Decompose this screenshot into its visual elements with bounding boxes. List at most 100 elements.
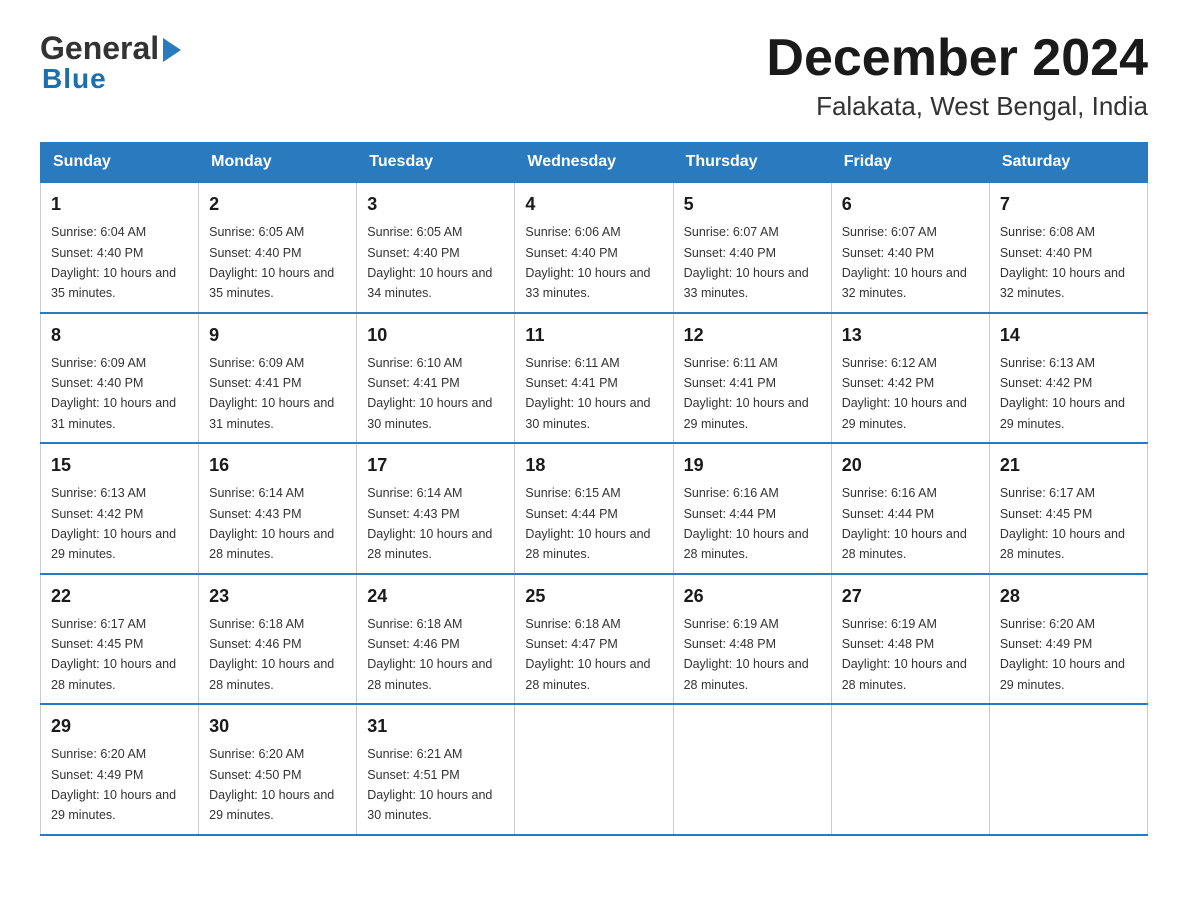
day-number: 18 [525,452,662,479]
day-number: 7 [1000,191,1137,218]
day-number: 6 [842,191,979,218]
day-info: Sunrise: 6:06 AMSunset: 4:40 PMDaylight:… [525,225,650,300]
day-info: Sunrise: 6:05 AMSunset: 4:40 PMDaylight:… [209,225,334,300]
calendar-day-cell [673,704,831,835]
col-thursday: Thursday [673,143,831,183]
calendar-day-cell: 28 Sunrise: 6:20 AMSunset: 4:49 PMDaylig… [989,574,1147,705]
day-number: 9 [209,322,346,349]
calendar-week-5: 29 Sunrise: 6:20 AMSunset: 4:49 PMDaylig… [41,704,1148,835]
calendar-day-cell: 17 Sunrise: 6:14 AMSunset: 4:43 PMDaylig… [357,443,515,574]
day-info: Sunrise: 6:17 AMSunset: 4:45 PMDaylight:… [1000,486,1125,561]
day-info: Sunrise: 6:11 AMSunset: 4:41 PMDaylight:… [525,356,650,431]
col-tuesday: Tuesday [357,143,515,183]
day-info: Sunrise: 6:09 AMSunset: 4:40 PMDaylight:… [51,356,176,431]
logo-blue-text: Blue [40,63,183,95]
day-info: Sunrise: 6:10 AMSunset: 4:41 PMDaylight:… [367,356,492,431]
calendar-day-cell: 16 Sunrise: 6:14 AMSunset: 4:43 PMDaylig… [199,443,357,574]
calendar-day-cell: 18 Sunrise: 6:15 AMSunset: 4:44 PMDaylig… [515,443,673,574]
day-number: 21 [1000,452,1137,479]
calendar-day-cell: 6 Sunrise: 6:07 AMSunset: 4:40 PMDayligh… [831,182,989,313]
day-number: 20 [842,452,979,479]
day-number: 28 [1000,583,1137,610]
calendar-day-cell: 24 Sunrise: 6:18 AMSunset: 4:46 PMDaylig… [357,574,515,705]
day-number: 29 [51,713,188,740]
calendar-table: Sunday Monday Tuesday Wednesday Thursday… [40,142,1148,836]
title-area: December 2024 Falakata, West Bengal, Ind… [766,30,1148,122]
calendar-day-cell: 21 Sunrise: 6:17 AMSunset: 4:45 PMDaylig… [989,443,1147,574]
day-number: 23 [209,583,346,610]
calendar-day-cell: 3 Sunrise: 6:05 AMSunset: 4:40 PMDayligh… [357,182,515,313]
day-number: 27 [842,583,979,610]
day-info: Sunrise: 6:18 AMSunset: 4:47 PMDaylight:… [525,617,650,692]
calendar-day-cell: 25 Sunrise: 6:18 AMSunset: 4:47 PMDaylig… [515,574,673,705]
logo-triangle-icon [161,34,183,66]
day-number: 17 [367,452,504,479]
day-number: 12 [684,322,821,349]
calendar-day-cell [515,704,673,835]
day-number: 26 [684,583,821,610]
col-friday: Friday [831,143,989,183]
calendar-day-cell: 23 Sunrise: 6:18 AMSunset: 4:46 PMDaylig… [199,574,357,705]
day-info: Sunrise: 6:18 AMSunset: 4:46 PMDaylight:… [367,617,492,692]
day-info: Sunrise: 6:15 AMSunset: 4:44 PMDaylight:… [525,486,650,561]
day-info: Sunrise: 6:08 AMSunset: 4:40 PMDaylight:… [1000,225,1125,300]
day-number: 25 [525,583,662,610]
day-number: 5 [684,191,821,218]
location-subtitle: Falakata, West Bengal, India [766,91,1148,122]
calendar-day-cell [989,704,1147,835]
day-info: Sunrise: 6:20 AMSunset: 4:49 PMDaylight:… [51,747,176,822]
calendar-day-cell: 12 Sunrise: 6:11 AMSunset: 4:41 PMDaylig… [673,313,831,444]
calendar-day-cell: 20 Sunrise: 6:16 AMSunset: 4:44 PMDaylig… [831,443,989,574]
calendar-day-cell: 22 Sunrise: 6:17 AMSunset: 4:45 PMDaylig… [41,574,199,705]
calendar-week-2: 8 Sunrise: 6:09 AMSunset: 4:40 PMDayligh… [41,313,1148,444]
day-number: 24 [367,583,504,610]
day-info: Sunrise: 6:09 AMSunset: 4:41 PMDaylight:… [209,356,334,431]
day-number: 2 [209,191,346,218]
day-info: Sunrise: 6:12 AMSunset: 4:42 PMDaylight:… [842,356,967,431]
page-header: General Blue December 2024 Falakata, Wes… [40,30,1148,122]
calendar-day-cell: 4 Sunrise: 6:06 AMSunset: 4:40 PMDayligh… [515,182,673,313]
day-number: 22 [51,583,188,610]
month-year-title: December 2024 [766,30,1148,87]
calendar-day-cell: 31 Sunrise: 6:21 AMSunset: 4:51 PMDaylig… [357,704,515,835]
calendar-day-cell: 7 Sunrise: 6:08 AMSunset: 4:40 PMDayligh… [989,182,1147,313]
day-info: Sunrise: 6:21 AMSunset: 4:51 PMDaylight:… [367,747,492,822]
calendar-day-cell: 19 Sunrise: 6:16 AMSunset: 4:44 PMDaylig… [673,443,831,574]
day-info: Sunrise: 6:14 AMSunset: 4:43 PMDaylight:… [367,486,492,561]
day-number: 14 [1000,322,1137,349]
calendar-day-cell: 26 Sunrise: 6:19 AMSunset: 4:48 PMDaylig… [673,574,831,705]
col-monday: Monday [199,143,357,183]
calendar-day-cell [831,704,989,835]
day-number: 3 [367,191,504,218]
day-number: 31 [367,713,504,740]
day-number: 19 [684,452,821,479]
day-number: 1 [51,191,188,218]
calendar-day-cell: 1 Sunrise: 6:04 AMSunset: 4:40 PMDayligh… [41,182,199,313]
calendar-day-cell: 27 Sunrise: 6:19 AMSunset: 4:48 PMDaylig… [831,574,989,705]
calendar-day-cell: 14 Sunrise: 6:13 AMSunset: 4:42 PMDaylig… [989,313,1147,444]
calendar-body: 1 Sunrise: 6:04 AMSunset: 4:40 PMDayligh… [41,182,1148,835]
day-info: Sunrise: 6:18 AMSunset: 4:46 PMDaylight:… [209,617,334,692]
calendar-day-cell: 2 Sunrise: 6:05 AMSunset: 4:40 PMDayligh… [199,182,357,313]
calendar-day-cell: 5 Sunrise: 6:07 AMSunset: 4:40 PMDayligh… [673,182,831,313]
calendar-week-1: 1 Sunrise: 6:04 AMSunset: 4:40 PMDayligh… [41,182,1148,313]
day-info: Sunrise: 6:04 AMSunset: 4:40 PMDaylight:… [51,225,176,300]
day-info: Sunrise: 6:13 AMSunset: 4:42 PMDaylight:… [51,486,176,561]
day-info: Sunrise: 6:05 AMSunset: 4:40 PMDaylight:… [367,225,492,300]
col-saturday: Saturday [989,143,1147,183]
day-info: Sunrise: 6:17 AMSunset: 4:45 PMDaylight:… [51,617,176,692]
day-number: 16 [209,452,346,479]
day-info: Sunrise: 6:11 AMSunset: 4:41 PMDaylight:… [684,356,809,431]
logo-general-text: General [40,30,159,67]
col-sunday: Sunday [41,143,199,183]
day-info: Sunrise: 6:19 AMSunset: 4:48 PMDaylight:… [684,617,809,692]
day-info: Sunrise: 6:07 AMSunset: 4:40 PMDaylight:… [842,225,967,300]
day-number: 15 [51,452,188,479]
calendar-day-cell: 13 Sunrise: 6:12 AMSunset: 4:42 PMDaylig… [831,313,989,444]
col-wednesday: Wednesday [515,143,673,183]
calendar-header-row: Sunday Monday Tuesday Wednesday Thursday… [41,143,1148,183]
calendar-day-cell: 9 Sunrise: 6:09 AMSunset: 4:41 PMDayligh… [199,313,357,444]
calendar-day-cell: 11 Sunrise: 6:11 AMSunset: 4:41 PMDaylig… [515,313,673,444]
calendar-week-3: 15 Sunrise: 6:13 AMSunset: 4:42 PMDaylig… [41,443,1148,574]
day-info: Sunrise: 6:14 AMSunset: 4:43 PMDaylight:… [209,486,334,561]
